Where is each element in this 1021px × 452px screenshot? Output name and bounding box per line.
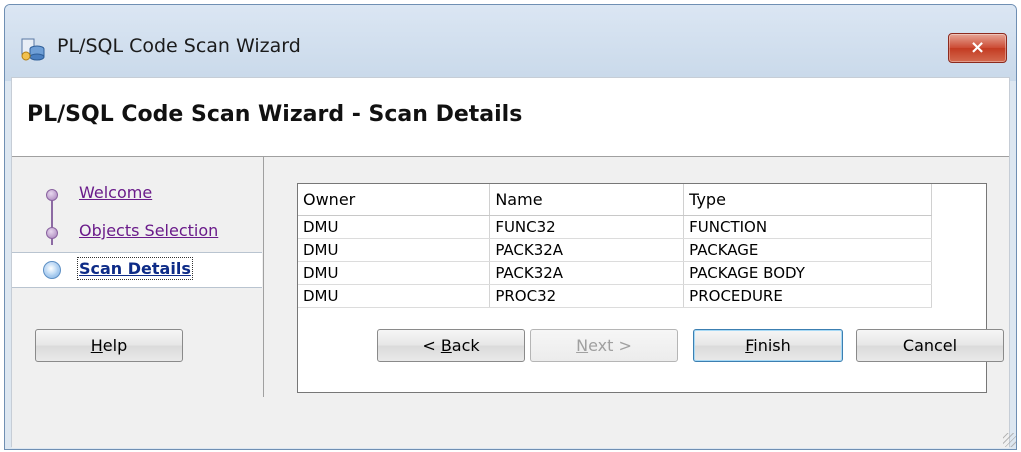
cell-name: PACK32A — [489, 238, 685, 262]
step-dot-icon — [46, 189, 58, 201]
table-row[interactable]: DMU PACK32A PACKAGE BODY — [298, 261, 932, 285]
cell-owner: DMU — [298, 215, 491, 239]
nav-item-objects-selection[interactable]: Objects Selection — [12, 215, 262, 251]
next-mnemonic: N — [576, 336, 589, 355]
step-dot-icon — [46, 227, 58, 239]
cancel-label: Cancel — [902, 336, 958, 355]
cell-type: PACKAGE BODY — [683, 261, 932, 285]
wizard-database-icon — [21, 38, 45, 61]
column-header-type[interactable]: Type — [683, 184, 932, 216]
finish-button[interactable]: Finish — [693, 329, 843, 362]
help-label: elp — [102, 336, 128, 355]
next-button[interactable]: Next > — [530, 329, 678, 362]
finish-label: inish — [753, 336, 791, 355]
nav-link-objects-selection[interactable]: Objects Selection — [79, 221, 218, 240]
close-icon: × — [969, 37, 986, 58]
wizard-body: Welcome Objects Selection Scan Details O… — [12, 156, 1009, 448]
cell-name: PROC32 — [489, 284, 685, 308]
nav-item-scan-details[interactable]: Scan Details — [12, 252, 262, 288]
table-header-row: Owner Name Type — [298, 184, 932, 216]
cell-name: PACK32A — [489, 261, 685, 285]
cell-owner: DMU — [298, 238, 491, 262]
cell-owner: DMU — [298, 284, 491, 308]
nav-link-scan-details[interactable]: Scan Details — [77, 257, 193, 280]
back-mnemonic: B — [440, 336, 452, 355]
back-label: ack — [451, 336, 480, 355]
wizard-content: PL/SQL Code Scan Wizard - Scan Details W… — [11, 77, 1010, 448]
back-prefix: < — [422, 336, 441, 355]
nav-link-welcome[interactable]: Welcome — [79, 183, 152, 202]
current-step-icon — [43, 261, 61, 279]
wizard-header: PL/SQL Code Scan Wizard - Scan Details — [12, 78, 1009, 156]
column-header-name[interactable]: Name — [489, 184, 685, 216]
page-title: PL/SQL Code Scan Wizard - Scan Details — [27, 102, 523, 127]
cell-owner: DMU — [298, 261, 491, 285]
help-mnemonic: H — [90, 336, 103, 355]
cancel-button[interactable]: Cancel — [856, 329, 1004, 362]
cell-name: FUNC32 — [489, 215, 685, 239]
window-title: PL/SQL Code Scan Wizard — [57, 35, 301, 57]
help-button[interactable]: Help — [35, 329, 183, 362]
title-bar: PL/SQL Code Scan Wizard × — [5, 5, 1016, 81]
wizard-window: PL/SQL Code Scan Wizard × PL/SQL Code Sc… — [4, 4, 1017, 450]
nav-item-welcome[interactable]: Welcome — [12, 177, 262, 213]
table-row[interactable]: DMU PACK32A PACKAGE — [298, 238, 932, 262]
resize-grip-icon[interactable] — [1003, 433, 1016, 447]
table-row[interactable]: DMU PROC32 PROCEDURE — [298, 284, 932, 308]
cell-type: PACKAGE — [683, 238, 932, 262]
close-button[interactable]: × — [948, 33, 1007, 63]
cell-type: FUNCTION — [683, 215, 932, 239]
cell-type: PROCEDURE — [683, 284, 932, 308]
back-button[interactable]: < Back — [377, 329, 525, 362]
column-header-owner[interactable]: Owner — [298, 184, 491, 216]
next-label: ext > — [588, 336, 632, 355]
table-row[interactable]: DMU FUNC32 FUNCTION — [298, 215, 932, 239]
